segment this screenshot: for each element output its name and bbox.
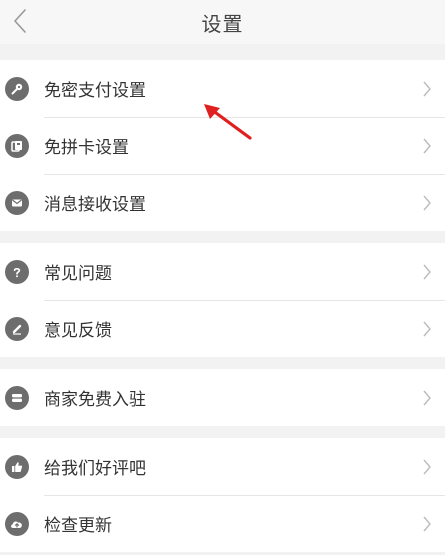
chevron-left-icon: [14, 9, 26, 33]
chevron-right-icon: [419, 79, 435, 99]
chevron-right-icon: [419, 136, 435, 156]
row-label: 给我们好评吧: [44, 459, 146, 479]
row-feedback[interactable]: 意见反馈: [0, 300, 445, 357]
row-check-update[interactable]: 检查更新: [0, 495, 445, 552]
row-free-card-settings[interactable]: 免拼卡设置: [0, 117, 445, 174]
settings-group-app: 给我们好评吧 检查更新: [0, 438, 445, 552]
settings-group-payment: 免密支付设置 免拼卡设置 消息接收设置: [0, 60, 445, 231]
row-label: 检查更新: [44, 516, 112, 536]
row-faq[interactable]: 常见问题: [0, 243, 445, 300]
row-label: 免密支付设置: [44, 81, 146, 101]
question-icon: [5, 259, 29, 284]
nav-bar: 设置: [0, 0, 445, 44]
chevron-right-icon: [419, 262, 435, 282]
cloud-upload-icon: [5, 511, 29, 536]
chevron-right-icon: [419, 388, 435, 408]
key-icon: [5, 76, 29, 101]
row-label: 商家免费入驻: [44, 390, 146, 410]
store-icon: [5, 385, 29, 410]
chevron-right-icon: [419, 193, 435, 213]
page-title: 设置: [201, 11, 244, 36]
card-icon: [5, 133, 29, 158]
settings-group-merchant: 商家免费入驻: [0, 369, 445, 426]
row-free-pay-settings[interactable]: 免密支付设置: [0, 60, 445, 117]
row-label: 意见反馈: [44, 321, 112, 341]
row-label: 免拼卡设置: [44, 138, 129, 158]
row-merchant-join[interactable]: 商家免费入驻: [0, 369, 445, 426]
row-message-settings[interactable]: 消息接收设置: [0, 174, 445, 231]
chevron-right-icon: [419, 319, 435, 339]
thumbs-up-icon: [5, 454, 29, 479]
pencil-icon: [5, 316, 29, 341]
back-button[interactable]: [8, 4, 32, 38]
settings-group-help: 常见问题 意见反馈: [0, 243, 445, 357]
row-label: 消息接收设置: [44, 195, 146, 215]
chevron-right-icon: [419, 514, 435, 534]
chevron-right-icon: [419, 457, 435, 477]
row-rate-us[interactable]: 给我们好评吧: [0, 438, 445, 495]
mail-icon: [5, 190, 29, 215]
row-label: 常见问题: [44, 264, 112, 284]
